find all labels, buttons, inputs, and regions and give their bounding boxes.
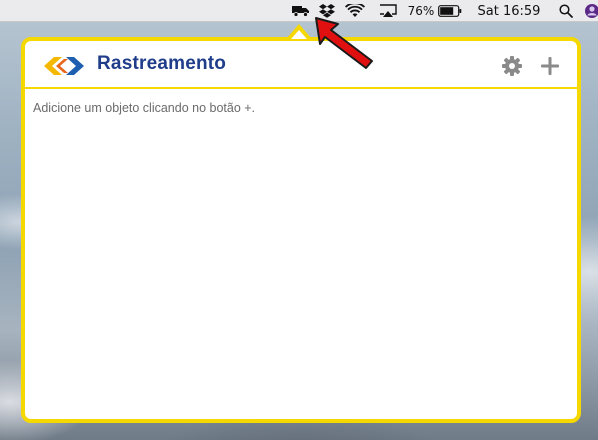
empty-state-message: Adicione um objeto clicando no botão +. <box>33 101 256 115</box>
battery-icon[interactable] <box>437 0 463 22</box>
app-logo-icon <box>44 57 84 75</box>
popover-title: Rastreamento <box>97 53 227 74</box>
spotlight-search-icon[interactable] <box>555 0 577 22</box>
truck-icon[interactable] <box>290 0 312 22</box>
annotation-arrow <box>315 17 373 69</box>
battery-percent: 76% <box>407 4 435 18</box>
gear-icon[interactable] <box>501 55 523 77</box>
menu-bar: 76% Sat 16:59 <box>0 0 598 22</box>
popover-pointer-inner <box>291 30 307 39</box>
tracking-popover: Rastreamento Adicione um objeto clicando… <box>21 37 581 423</box>
plus-icon[interactable] <box>538 54 562 78</box>
user-avatar-icon[interactable] <box>584 0 598 22</box>
popover-header: Rastreamento <box>25 41 577 89</box>
clock[interactable]: Sat 16:59 <box>474 0 544 22</box>
airplay-icon[interactable] <box>377 0 399 22</box>
